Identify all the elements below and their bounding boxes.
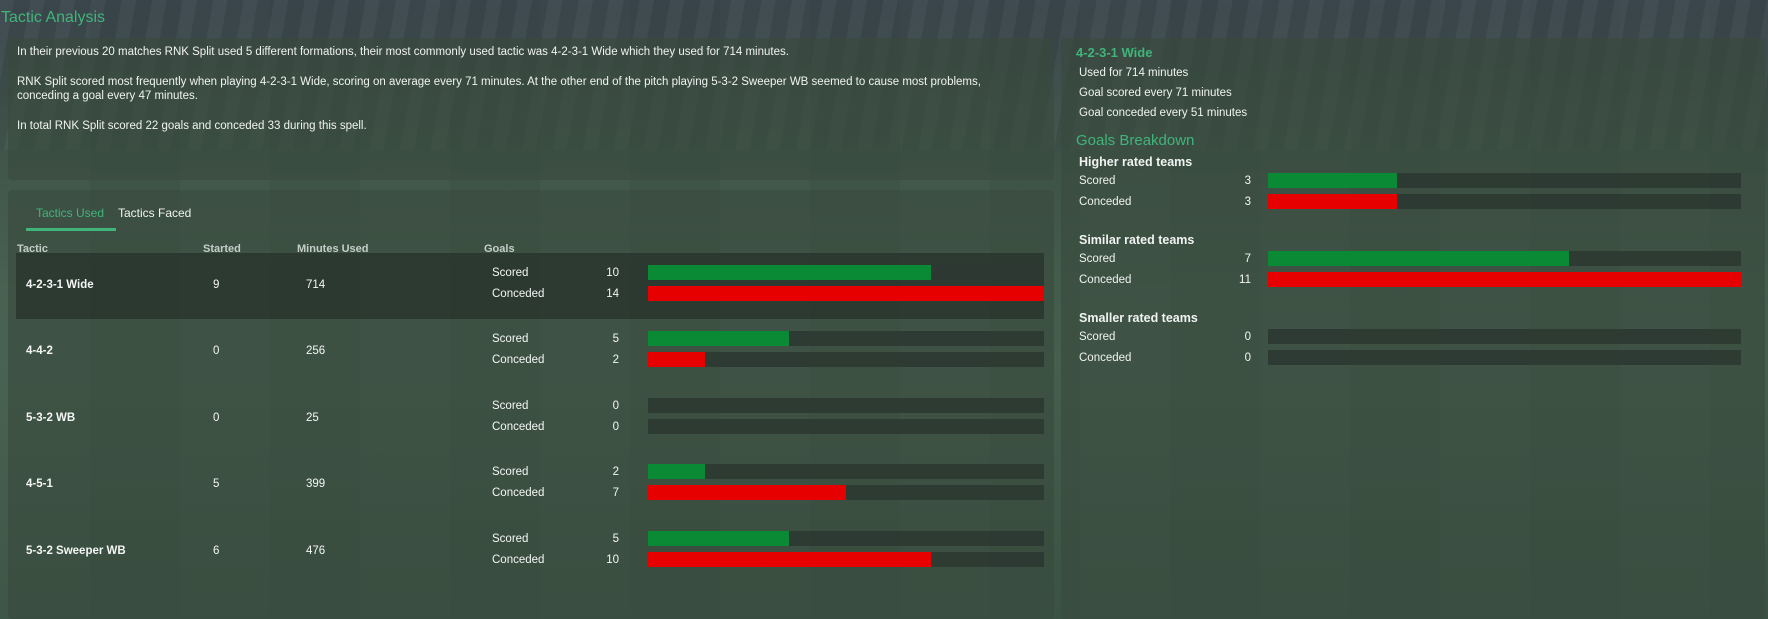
scored-label: Scored (492, 533, 529, 545)
scored-bar-track (648, 398, 1044, 413)
table-row[interactable]: 4-2-3-1 Wide 9 714 Scored 10 Conceded 14 (16, 253, 1044, 319)
scored-bar (648, 265, 931, 280)
scored-label: Scored (492, 466, 529, 478)
summary-text-conceding: conceding a goal every 47 minutes. (17, 90, 198, 102)
conceded-bar (1268, 194, 1397, 209)
scored-bar-track (1268, 251, 1741, 266)
scored-value: 5 (612, 333, 619, 345)
started-count: 9 (213, 279, 220, 291)
conceded-label: Conceded (492, 554, 545, 566)
group-name: Smaller rated teams (1079, 311, 1198, 325)
conceded-label: Conceded (492, 421, 545, 433)
conceded-bar-track (648, 352, 1044, 367)
minutes-used: 256 (306, 345, 326, 357)
tactic-name: 5-3-2 Sweeper WB (26, 545, 126, 557)
conceded-value: 0 (1244, 352, 1251, 364)
conceded-value: 3 (1244, 196, 1251, 208)
tab-tactics-faced[interactable]: Tactics Faced (118, 206, 191, 220)
started-count: 0 (213, 345, 220, 357)
started-count: 6 (213, 545, 220, 557)
table-row[interactable]: 4-5-1 5 399 Scored 2 Conceded 7 (16, 452, 1044, 518)
conceded-bar-track (648, 552, 1044, 567)
goal-scored-rate-text: Goal scored every 71 minutes (1079, 87, 1232, 99)
minutes-used: 714 (306, 279, 326, 291)
scored-value: 7 (1244, 253, 1251, 265)
page-title: Tactic Analysis (1, 9, 106, 26)
group-name: Higher rated teams (1079, 155, 1193, 169)
tactic-name: 4-5-1 (26, 478, 53, 490)
scored-value: 10 (606, 267, 619, 279)
minutes-used: 399 (306, 478, 326, 490)
summary-panel: In their previous 20 matches RNK Split u… (8, 38, 1054, 180)
conceded-value: 0 (612, 421, 619, 433)
scored-value: 5 (612, 533, 619, 545)
scored-value: 3 (1244, 175, 1251, 187)
scored-label: Scored (492, 267, 529, 279)
conceded-bar-track (1268, 194, 1741, 209)
selected-tactic-title: 4-2-3-1 Wide (1076, 45, 1153, 60)
goals-breakdown-title: Goals Breakdown (1076, 132, 1195, 149)
conceded-value: 10 (606, 554, 619, 566)
scored-value: 0 (612, 400, 619, 412)
table-row[interactable]: 5-3-2 Sweeper WB 6 476 Scored 5 Conceded 10 (16, 519, 1044, 585)
conceded-label: Conceded (1079, 274, 1132, 286)
conceded-bar-track (1268, 272, 1741, 287)
conceded-value: 2 (612, 354, 619, 366)
scored-bar-track (1268, 173, 1741, 188)
scored-bar (648, 331, 790, 346)
conceded-bar (648, 552, 931, 567)
conceded-value: 11 (1239, 274, 1251, 286)
conceded-bar-track (648, 286, 1044, 301)
goal-conceded-rate-text: Goal conceded every 51 minutes (1079, 107, 1248, 119)
scored-bar (1268, 251, 1569, 266)
conceded-label: Conceded (1079, 196, 1132, 208)
conceded-label: Conceded (492, 288, 545, 300)
table-row[interactable]: 5-3-2 WB 0 25 Scored 0 Conceded 0 (16, 386, 1044, 452)
conceded-value: 7 (612, 487, 619, 499)
table-row[interactable]: 4-4-2 0 256 Scored 5 Conceded 2 (16, 319, 1044, 385)
summary-text-scoring: RNK Split scored most frequently when pl… (17, 76, 981, 88)
scored-label: Scored (1079, 331, 1116, 343)
summary-text-totals: In total RNK Split scored 22 goals and c… (17, 120, 367, 132)
conceded-bar-track (1268, 350, 1741, 365)
tactic-name: 4-2-3-1 Wide (26, 279, 94, 291)
conceded-label: Conceded (492, 354, 545, 366)
conceded-value: 14 (606, 288, 619, 300)
minutes-used: 25 (306, 412, 319, 424)
started-count: 0 (213, 412, 220, 424)
scored-bar-track (648, 265, 1044, 280)
tactics-table-panel: Tactics Used Tactics Faced Tactic Starte… (8, 190, 1054, 619)
conceded-bar (648, 485, 846, 500)
scored-bar-track (1268, 329, 1741, 344)
scored-bar-track (648, 331, 1044, 346)
conceded-label: Conceded (1079, 352, 1132, 364)
scored-bar (648, 531, 790, 546)
scored-bar (1268, 173, 1397, 188)
scored-bar-track (648, 531, 1044, 546)
conceded-bar-track (648, 419, 1044, 434)
conceded-bar (1268, 272, 1741, 287)
conceded-bar (648, 286, 1044, 301)
scored-value: 0 (1244, 331, 1251, 343)
scored-label: Scored (1079, 253, 1116, 265)
conceded-bar-track (648, 485, 1044, 500)
used-for-text: Used for 714 minutes (1079, 67, 1189, 79)
summary-text-formations: In their previous 20 matches RNK Split u… (17, 46, 789, 58)
conceded-bar (648, 352, 705, 367)
scored-label: Scored (1079, 175, 1116, 187)
scored-label: Scored (492, 400, 529, 412)
tactic-name: 5-3-2 WB (26, 412, 76, 424)
conceded-label: Conceded (492, 487, 545, 499)
minutes-used: 476 (306, 545, 326, 557)
scored-label: Scored (492, 333, 529, 345)
started-count: 5 (213, 478, 220, 490)
side-panel: 4-2-3-1 Wide Used for 714 minutes Goal s… (1061, 38, 1765, 619)
active-tab-indicator (26, 228, 116, 231)
scored-bar (648, 464, 705, 479)
tactic-name: 4-4-2 (26, 345, 53, 357)
scored-bar-track (648, 464, 1044, 479)
scored-value: 2 (612, 466, 619, 478)
tab-tactics-used[interactable]: Tactics Used (36, 206, 104, 220)
group-name: Similar rated teams (1079, 233, 1195, 247)
